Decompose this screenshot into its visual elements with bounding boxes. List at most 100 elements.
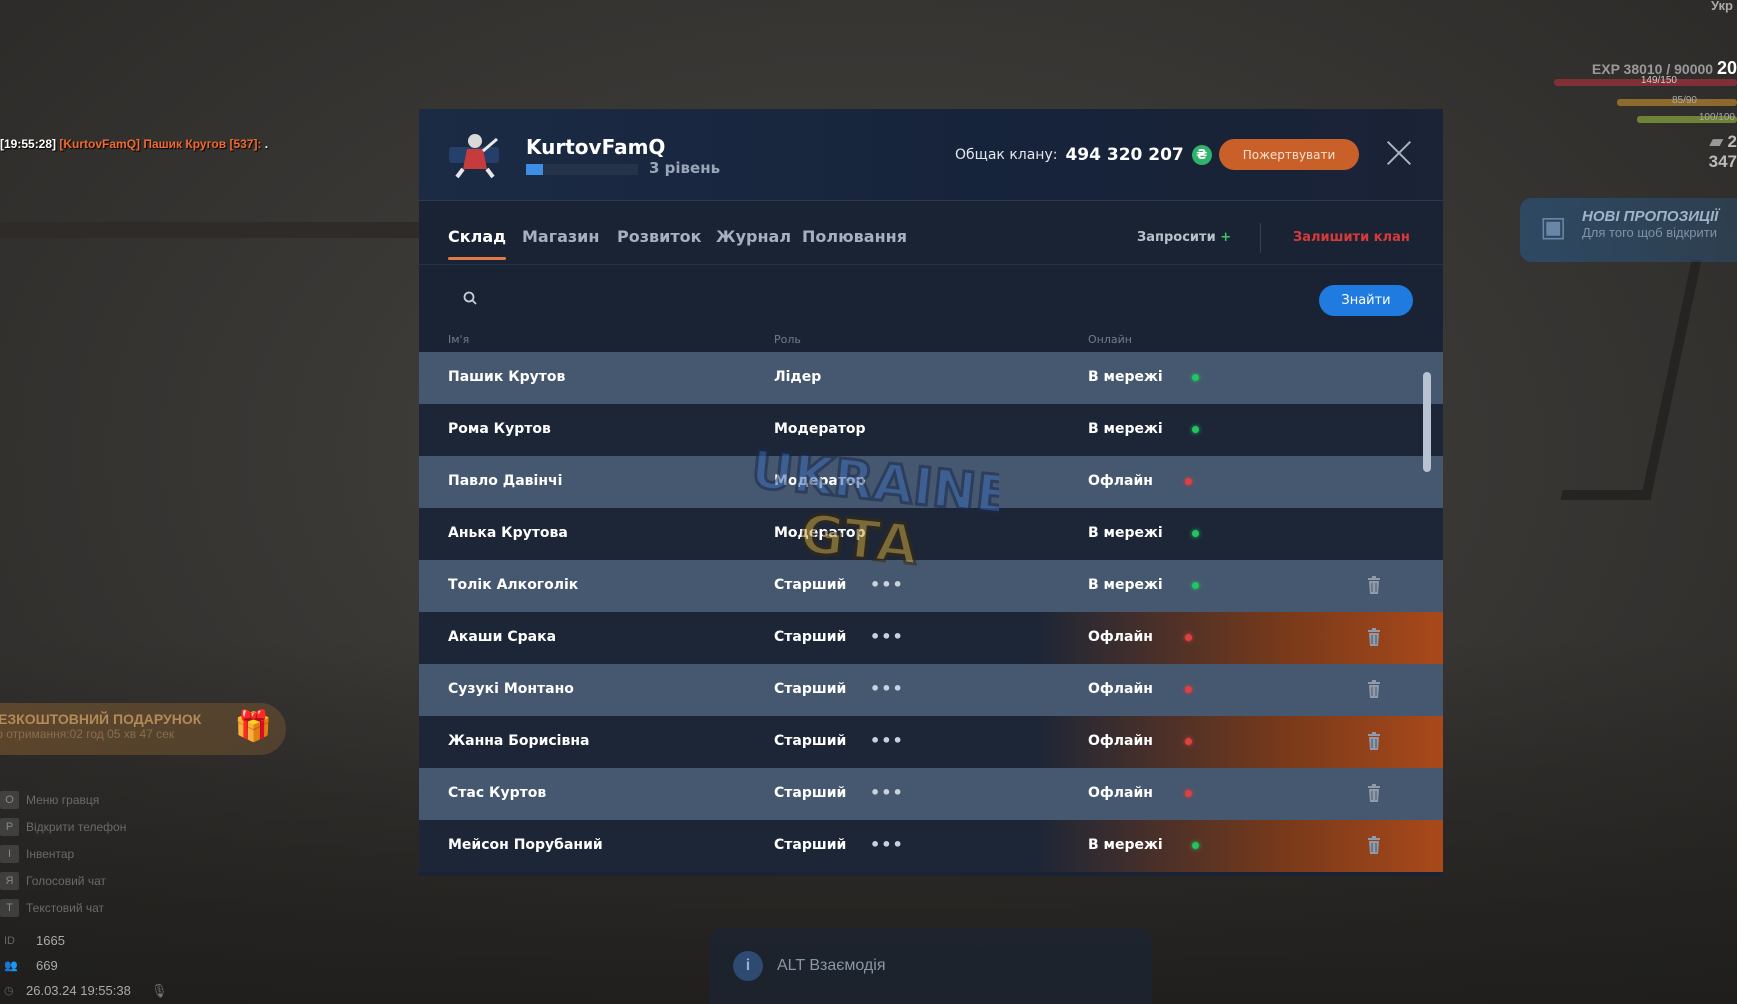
member-role: Старший bbox=[774, 837, 847, 853]
search-bar: Знайти bbox=[419, 265, 1443, 331]
more-options-icon[interactable]: ••• bbox=[870, 627, 904, 646]
member-name: Пашик Крутов bbox=[448, 369, 566, 385]
status-dot bbox=[1192, 530, 1199, 537]
keybind-row: I Інвентар bbox=[0, 840, 126, 867]
donate-button[interactable]: Пожертвувати bbox=[1219, 139, 1359, 170]
more-options-icon[interactable]: ••• bbox=[870, 679, 904, 698]
close-icon[interactable] bbox=[1386, 140, 1412, 166]
chat-sender: [KurtovFamQ] Пашик Кругов [537]: bbox=[59, 137, 262, 151]
clan-bank: Общак клану: 494 320 207 ₴ bbox=[955, 145, 1212, 165]
table-row[interactable]: Стас Куртов Старший ••• Офлайн bbox=[419, 768, 1443, 820]
column-role: Роль bbox=[774, 333, 801, 346]
keybind-row: T Текстовий чат bbox=[0, 894, 126, 921]
chat-time: [19:55:28] bbox=[0, 137, 57, 151]
keybind-row: Я Голосовий чат bbox=[0, 867, 126, 894]
status-dot bbox=[1185, 634, 1192, 641]
promo-banner[interactable]: ▣ НОВІ ПРОПОЗИЦІЇ Для того щоб відкрити bbox=[1520, 198, 1737, 262]
trash-icon[interactable] bbox=[1367, 732, 1381, 750]
member-name: Рома Куртов bbox=[448, 421, 551, 437]
more-options-icon[interactable]: ••• bbox=[870, 575, 904, 594]
member-name: Жанна Борисівна bbox=[448, 733, 590, 749]
key-cap: I bbox=[0, 844, 19, 863]
armor-text: 100/100 bbox=[1698, 112, 1735, 123]
member-status: В мережі bbox=[1088, 837, 1163, 853]
table-row[interactable]: Толік Алкоголік Старший ••• В мережі bbox=[419, 560, 1443, 612]
players-icon: 👥 bbox=[4, 960, 18, 972]
tab-development[interactable]: Розвиток bbox=[617, 227, 701, 246]
more-options-icon[interactable]: ••• bbox=[870, 835, 904, 854]
key-cap: P bbox=[0, 817, 19, 836]
member-role: Старший bbox=[774, 733, 847, 749]
trash-icon[interactable] bbox=[1367, 784, 1381, 802]
tab-shop[interactable]: Магазин bbox=[522, 227, 599, 246]
status-dot bbox=[1192, 374, 1199, 381]
status-dot bbox=[1185, 686, 1192, 693]
member-role: Модератор bbox=[774, 473, 866, 489]
clock-icon: ◷ bbox=[4, 985, 14, 997]
column-online: Онлайн bbox=[1088, 333, 1132, 346]
trash-icon[interactable] bbox=[1367, 680, 1381, 698]
member-list: Пашик Крутов Лідер В мережі Рома Куртов Моде… bbox=[419, 352, 1443, 876]
table-row[interactable]: Пашик Крутов Лідер В мережі bbox=[419, 352, 1443, 404]
plus-icon: + bbox=[1220, 230, 1232, 245]
status-dot bbox=[1192, 426, 1199, 433]
member-status: Офлайн bbox=[1088, 629, 1153, 645]
find-button[interactable]: Знайти bbox=[1319, 285, 1413, 316]
table-row[interactable]: Сузукі Монтано Старший ••• Офлайн bbox=[419, 664, 1443, 716]
key-cap: O bbox=[0, 790, 19, 809]
bank-label: Общак клану: bbox=[955, 147, 1058, 163]
table-row[interactable]: Жанна Борисівна Старший ••• Офлайн bbox=[419, 716, 1443, 768]
member-name: Мейсон Порубаний bbox=[448, 837, 603, 853]
tab-hunting[interactable]: Полювання bbox=[802, 227, 907, 246]
promo-subtitle: Для того щоб відкрити bbox=[1582, 225, 1717, 240]
leave-clan-button[interactable]: Залишити клан bbox=[1293, 230, 1410, 245]
member-status: Офлайн bbox=[1088, 785, 1153, 801]
table-row[interactable]: Рома Куртов Модератор В мережі bbox=[419, 404, 1443, 456]
search-input[interactable] bbox=[489, 283, 1189, 313]
table-row[interactable]: Анька Крутова Модератор В мережі bbox=[419, 508, 1443, 560]
datetime-row: ◷ 26.03.24 19:55:38 🎙 bbox=[4, 978, 167, 1003]
keybind-label: Текстовий чат bbox=[26, 900, 105, 915]
member-name: Сузукі Монтано bbox=[448, 681, 574, 697]
tab-storage[interactable]: Склад bbox=[448, 227, 507, 260]
member-role: Модератор bbox=[774, 421, 866, 437]
search-icon bbox=[463, 291, 477, 305]
trash-icon[interactable] bbox=[1367, 576, 1381, 594]
keybind-row: O Меню гравця bbox=[0, 786, 126, 813]
invite-label: Запросити bbox=[1137, 230, 1216, 245]
table-row[interactable]: Мейсон Порубаний Старший ••• В мережі bbox=[419, 820, 1443, 872]
member-name: Анька Крутова bbox=[448, 525, 568, 541]
clan-header: KurtovFamQ 3 рівень Общак клану: 494 320… bbox=[419, 109, 1443, 201]
trash-icon[interactable] bbox=[1367, 628, 1381, 646]
table-row[interactable]: Акаши Срака Старший ••• Офлайн bbox=[419, 612, 1443, 664]
member-status: В мережі bbox=[1088, 577, 1163, 593]
id-value: 1665 bbox=[36, 933, 65, 948]
more-options-icon[interactable]: ••• bbox=[870, 783, 904, 802]
level-progress-bar bbox=[526, 164, 638, 175]
tab-log[interactable]: Журнал bbox=[716, 227, 791, 246]
background-frame bbox=[1560, 260, 1702, 500]
invite-button[interactable]: Запросити + bbox=[1137, 230, 1231, 245]
scrollbar[interactable] bbox=[1423, 372, 1431, 472]
table-row[interactable]: Павло Давінчі Модератор Офлайн bbox=[419, 456, 1443, 508]
member-status: Офлайн bbox=[1088, 733, 1153, 749]
divider bbox=[1260, 223, 1261, 253]
clan-modal: KurtovFamQ 3 рівень Общак клану: 494 320… bbox=[419, 109, 1443, 876]
keybind-label: Відкрити телефон bbox=[26, 819, 127, 834]
status-dot bbox=[1185, 790, 1192, 797]
tab-bar: Склад Магазин Розвиток Журнал Полювання … bbox=[419, 201, 1443, 265]
online-count: 669 bbox=[36, 958, 58, 973]
datetime: 26.03.24 19:55:38 bbox=[26, 983, 131, 998]
keybind-label: Інвентар bbox=[26, 846, 75, 861]
status-dot bbox=[1192, 842, 1199, 849]
chat-line: [19:55:28] [KurtovFamQ] Пашик Кругов [53… bbox=[0, 137, 268, 151]
more-options-icon[interactable]: ••• bbox=[870, 731, 904, 750]
trash-icon[interactable] bbox=[1367, 836, 1381, 854]
free-gift-banner[interactable]: БЕЗКОШТОВНИЙ ПОДАРУНОК До отримання:02 г… bbox=[0, 703, 286, 755]
member-status: Офлайн bbox=[1088, 681, 1153, 697]
clan-name: KurtovFamQ bbox=[526, 135, 666, 159]
table-header: Ім'я Роль Онлайн bbox=[419, 331, 1443, 352]
id-row: ID 1665 bbox=[4, 928, 167, 953]
health-text: 149/150 bbox=[1640, 75, 1677, 86]
member-name: Акаши Срака bbox=[448, 629, 557, 645]
